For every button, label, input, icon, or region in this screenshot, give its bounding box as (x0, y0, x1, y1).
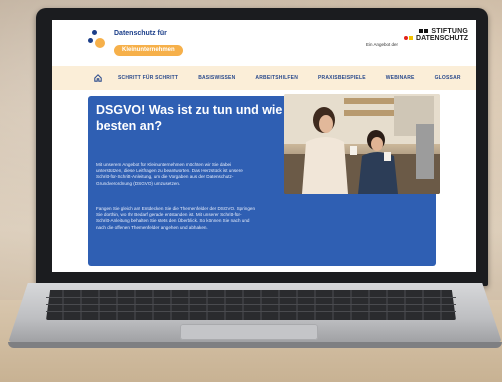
hero-paragraph-1: Mit unserem Angebot für Kleinunternehmen… (96, 162, 243, 186)
logo-title: Datenschutz für (114, 30, 167, 37)
sponsor-line2: DATENSCHUTZ (416, 35, 468, 42)
nav-item-webinare[interactable]: WEBINARE (386, 75, 415, 81)
sponsor-line1: STIFTUNG (431, 28, 468, 35)
keyboard-row-divider (46, 311, 456, 312)
nav-item-schritt[interactable]: SCHRITT FÜR SCHRITT (118, 75, 178, 81)
logo-pill: Kleinunternehmen (114, 45, 183, 56)
nav-item-arbeitshilfen[interactable]: ARBEITSHILFEN (255, 75, 298, 81)
laptop-screen: Datenschutz für Kleinunternehmen Ein Ang… (52, 20, 476, 272)
keyboard-row-divider (46, 304, 456, 305)
logo-dots-icon (88, 30, 108, 54)
hero-photo (284, 94, 440, 194)
nav-item-glossar[interactable]: GLOSSAR (435, 75, 461, 81)
site-logo[interactable]: Datenschutz für Kleinunternehmen (88, 30, 183, 56)
site-header: Datenschutz für Kleinunternehmen Ein Ang… (52, 20, 476, 66)
home-icon[interactable] (94, 72, 102, 84)
keyboard (46, 290, 456, 320)
sponsor-logo[interactable]: STIFTUNG DATENSCHUTZ (404, 28, 468, 43)
nav-item-praxisbeispiele[interactable]: PRAXISBEISPIELE (318, 75, 366, 81)
main-nav: SCHRITT FÜR SCHRITT BASISWISSEN ARBEITSH… (52, 66, 476, 90)
laptop-front-edge (8, 342, 502, 348)
hero-paragraph-2: Fangen Sie gleich an! Entdecken Sie die … (96, 206, 256, 230)
keyboard-row-divider (46, 297, 456, 298)
trackpad (180, 324, 318, 340)
sponsor-tagline: Ein Angebot der (365, 42, 398, 47)
nav-item-basiswissen[interactable]: BASISWISSEN (198, 75, 235, 81)
